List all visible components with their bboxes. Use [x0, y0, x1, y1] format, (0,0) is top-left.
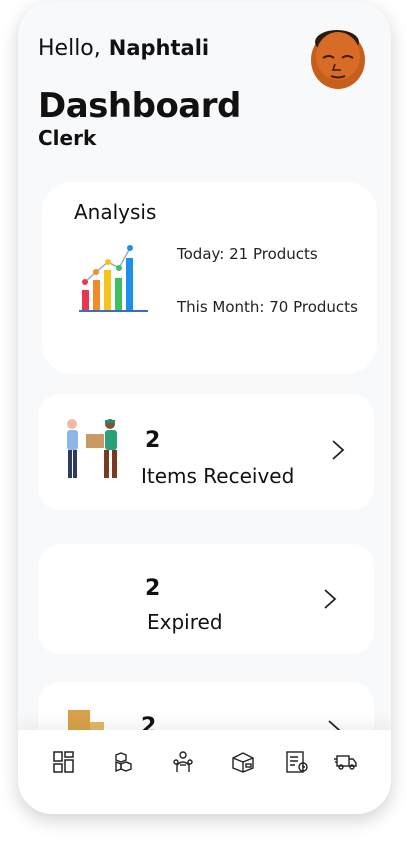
- expired-label: Expired: [147, 610, 223, 634]
- chevron-right-icon[interactable]: [323, 588, 337, 610]
- user-role: Clerk: [38, 126, 97, 150]
- package-icon[interactable]: [231, 750, 255, 774]
- chevron-right-icon[interactable]: [331, 439, 345, 461]
- month-stat: This Month: 70 Products: [177, 298, 358, 316]
- dashboard-icon[interactable]: [52, 750, 76, 774]
- items-received-count: 2: [145, 428, 161, 453]
- boxes-icon[interactable]: [113, 750, 137, 774]
- today-stat: Today: 21 Products: [177, 245, 318, 263]
- workers-icon[interactable]: [171, 750, 195, 774]
- items-received-card[interactable]: 2 Items Received: [38, 394, 374, 510]
- delivery-truck-icon[interactable]: [334, 750, 358, 774]
- bottom-nav: [18, 730, 391, 814]
- items-received-label: Items Received: [141, 464, 295, 488]
- analysis-card[interactable]: Analysis Today: 21 Products This Month: …: [42, 182, 377, 374]
- user-name: Naphtali: [108, 36, 210, 60]
- bar-chart-icon: [78, 240, 150, 314]
- expired-count: 2: [145, 576, 161, 601]
- page-title: Dashboard: [38, 86, 241, 126]
- greeting-hello: Hello,: [38, 36, 101, 61]
- expired-card[interactable]: 2 Expired: [38, 544, 374, 654]
- analysis-title: Analysis: [74, 200, 157, 224]
- inventory-icon[interactable]: [285, 750, 309, 774]
- greeting: Hello, Naphtali: [38, 36, 209, 61]
- phone-screen: Hello, Naphtali Dashboard Clerk Analysis: [18, 2, 391, 814]
- delivery-handover-icon: [60, 416, 128, 482]
- avatar[interactable]: [307, 28, 367, 90]
